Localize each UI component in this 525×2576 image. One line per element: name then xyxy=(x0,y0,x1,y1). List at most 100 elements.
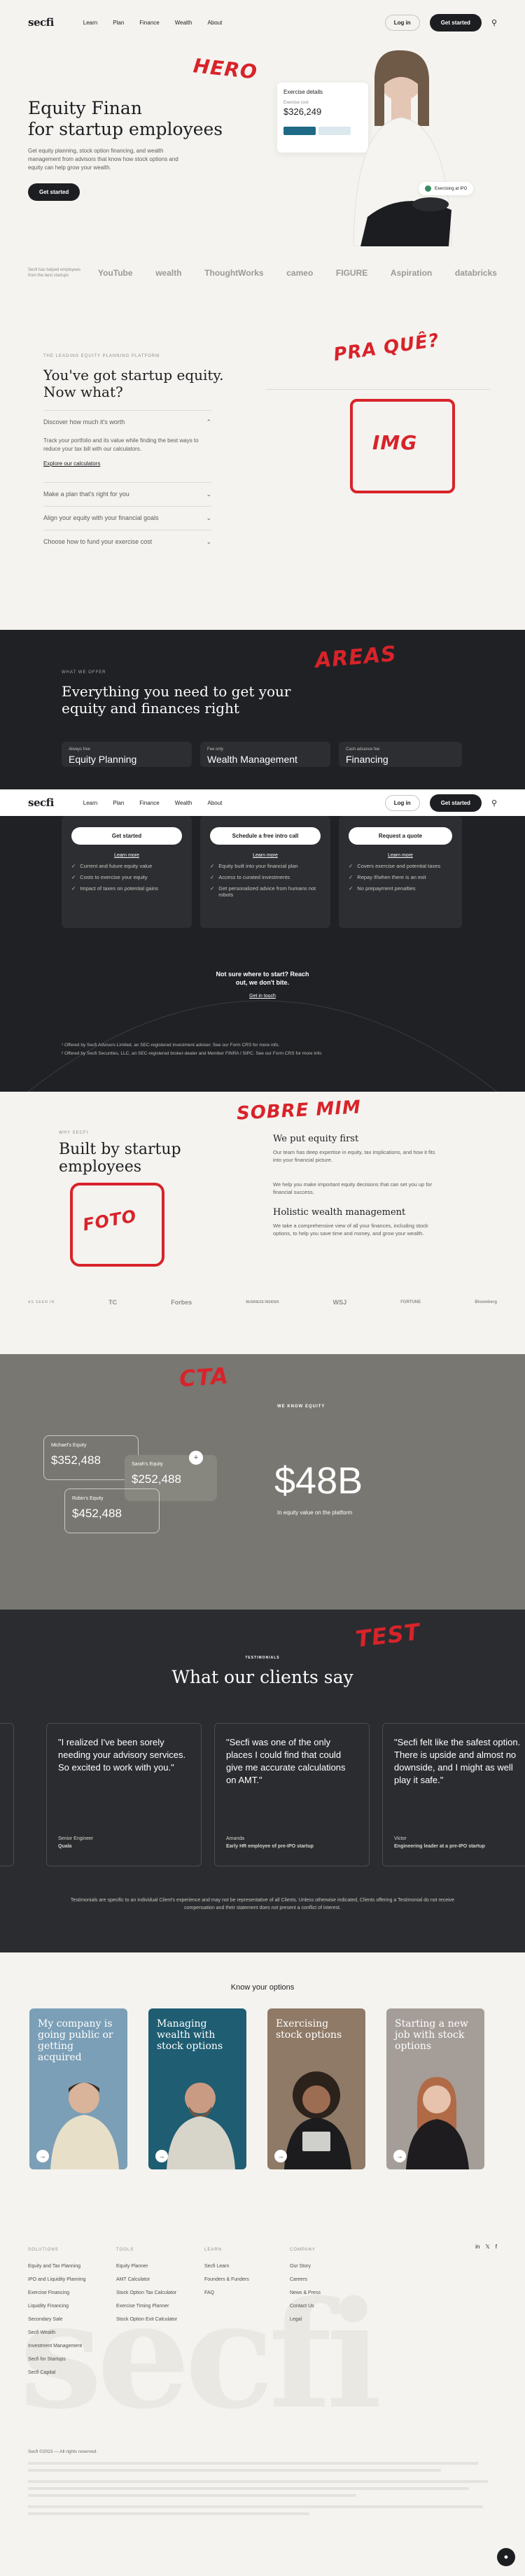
brand-logo: FIGURE xyxy=(335,268,368,278)
nav-link-learn[interactable]: Learn xyxy=(83,20,97,26)
option-tile-new-job[interactable]: Starting a new job with stock options → xyxy=(386,2008,484,2169)
feature-row: ✓ Access to curated investments xyxy=(210,874,321,880)
footer-link[interactable]: Equity Planner xyxy=(116,2260,177,2273)
twitter-icon[interactable]: 𝕏 xyxy=(485,2244,489,2250)
footer-link[interactable]: Founders & Funders xyxy=(204,2273,249,2286)
offer-card-button[interactable]: Schedule a free intro call xyxy=(210,827,321,845)
calculators-link[interactable]: Explore our calculators xyxy=(43,460,211,467)
footer-link[interactable]: Careers xyxy=(290,2273,321,2286)
footer-link[interactable]: Secfi for Startups xyxy=(28,2353,86,2366)
feature-label: Covers exercise and potential taxes xyxy=(357,863,441,869)
nav-link-wealth[interactable]: Wealth xyxy=(175,20,192,26)
footer-link[interactable]: Stock Option Exit Calculator xyxy=(116,2313,177,2326)
nav-link-learn[interactable]: Learn xyxy=(83,800,97,806)
hero-get-started-button[interactable]: Get started xyxy=(28,183,80,201)
chat-icon[interactable]: ● xyxy=(497,2548,515,2566)
accordion-body: Track your portfolio and its value while… xyxy=(43,437,199,452)
learn-more-link[interactable]: Learn more xyxy=(210,853,321,858)
fineprint-1: ¹ Offered by Secfi Advisors Limited, an … xyxy=(62,1043,280,1048)
footer-link[interactable]: Exercise Timing Planner xyxy=(116,2300,177,2313)
arrow-right-icon[interactable]: → xyxy=(155,2150,168,2162)
arrow-right-icon[interactable]: → xyxy=(274,2150,287,2162)
plus-icon[interactable]: + xyxy=(189,1451,203,1465)
footer-link[interactable]: Stock Option Tax Calculator xyxy=(116,2286,177,2300)
footer-col-tools: TOOLS Equity Planner AMT Calculator Stoc… xyxy=(116,2244,177,2326)
chevron-down-icon: ⌄ xyxy=(206,538,211,545)
testimonial-author: Amanda Early HR employee of pre-IPO start… xyxy=(226,1835,314,1850)
get-started-button[interactable]: Get started xyxy=(429,13,482,31)
search-icon[interactable]: ⚲ xyxy=(491,798,497,808)
option-tile-wealth[interactable]: Managing wealth with stock options → xyxy=(148,2008,246,2169)
equity-card-value: $252,488 xyxy=(132,1472,181,1486)
logo[interactable]: secfi xyxy=(28,16,54,29)
option-tile-label: Exercising stock options xyxy=(276,2018,342,2041)
accordion-item[interactable]: Align your equity with your financial go… xyxy=(43,506,211,530)
footer-link[interactable]: Secondary Sale xyxy=(28,2313,86,2326)
footer-col-solutions: SOLUTIONS Equity and Tax Planning IPO an… xyxy=(28,2244,86,2379)
testimonials-disclaimer: Testimonials are specific to an individu… xyxy=(70,1898,455,1910)
login-button[interactable]: Log in xyxy=(384,14,420,31)
toggle-active[interactable] xyxy=(284,127,316,135)
footer-link[interactable]: News & Press xyxy=(290,2286,321,2300)
option-tile-ipo[interactable]: My company is going public or getting ac… xyxy=(29,2008,127,2169)
footer-link[interactable]: Equity and Tax Planning xyxy=(28,2260,86,2273)
top-nav: secfi Learn Plan Finance Wealth About Lo… xyxy=(0,0,525,45)
login-button[interactable]: Log in xyxy=(384,794,420,811)
option-tile-label: My company is going public or getting ac… xyxy=(38,2018,113,2063)
facebook-icon[interactable]: f xyxy=(496,2244,497,2250)
nav-link-wealth[interactable]: Wealth xyxy=(175,800,192,806)
logo[interactable]: secfi xyxy=(28,796,54,809)
equity-section: THE LEADING EQUITY PLANNING PLATFORM You… xyxy=(0,305,525,630)
footer-link[interactable]: Secfi Wealth xyxy=(28,2326,86,2339)
press-logo: Forbes xyxy=(171,1299,192,1306)
footer-link[interactable]: IPO and Liquidity Planning xyxy=(28,2273,86,2286)
footer-link[interactable]: Investment Management xyxy=(28,2339,86,2353)
footer-link[interactable]: AMT Calculator xyxy=(116,2273,177,2286)
testimonial-role: Engineering leader at a pre-IPO startup xyxy=(394,1844,485,1849)
nav-link-plan[interactable]: Plan xyxy=(113,800,124,806)
footer-link[interactable]: Secfi Learn xyxy=(204,2260,249,2273)
footer-link[interactable]: Legal xyxy=(290,2313,321,2326)
nav-link-finance[interactable]: Finance xyxy=(139,800,159,806)
arrow-right-icon[interactable]: → xyxy=(393,2150,406,2162)
fineprint-2: ² Offered by Secfi Securities, LLC, an S… xyxy=(62,1051,323,1056)
annotation-about: SOBRE MIM xyxy=(236,1097,362,1125)
equity-card-robin: Robin's Equity $452,488 xyxy=(64,1488,160,1533)
learn-more-link[interactable]: Learn more xyxy=(349,853,452,858)
offer-card-button[interactable]: Request a quote xyxy=(349,827,452,845)
testimonial-author: Victor Engineering leader at a pre-IPO st… xyxy=(394,1835,485,1850)
nav-link-about[interactable]: About xyxy=(208,20,223,26)
arrow-right-icon[interactable]: → xyxy=(36,2150,49,2162)
equity-card-label: Robin's Equity xyxy=(72,1496,104,1501)
chevron-down-icon: ⌄ xyxy=(206,491,211,498)
footer-link[interactable]: Secfi Capital xyxy=(28,2366,86,2379)
accordion-item[interactable]: Choose how to fund your exercise cost ⌄ xyxy=(43,530,211,554)
learn-more-link[interactable]: Learn more xyxy=(71,853,182,858)
nav-link-about[interactable]: About xyxy=(208,800,223,806)
footer-link[interactable]: Our Story xyxy=(290,2260,321,2273)
search-icon[interactable]: ⚲ xyxy=(491,18,497,27)
footer-link[interactable]: Exercise Financing xyxy=(28,2286,86,2300)
feature-label: Equity built into your financial plan xyxy=(218,863,298,869)
feature-label: Costs to exercise your equity xyxy=(80,874,148,880)
get-started-button[interactable]: Get started xyxy=(429,794,482,812)
about-paragraph-2: We help you make important equity decisi… xyxy=(273,1181,433,1195)
linkedin-icon[interactable]: in xyxy=(475,2244,479,2250)
offer-card-tag: Always free xyxy=(69,747,91,752)
nav-link-plan[interactable]: Plan xyxy=(113,20,124,26)
footer-link[interactable]: Liquidity Financing xyxy=(28,2300,86,2313)
get-in-touch-link[interactable]: Get in touch xyxy=(210,994,315,999)
nav-link-finance[interactable]: Finance xyxy=(139,20,159,26)
offer-card-button[interactable]: Get started xyxy=(71,827,182,845)
footer-link[interactable]: FAQ xyxy=(204,2286,249,2300)
testimonials-title: What our clients say xyxy=(172,1667,354,1687)
option-tile-exercise[interactable]: Exercising stock options → xyxy=(267,2008,365,2169)
offer-title: Everything you need to get your equity a… xyxy=(62,683,291,717)
accordion-item[interactable]: Make a plan that's right for you ⌄ xyxy=(43,482,211,506)
press-label: AS SEEN IN xyxy=(28,1300,55,1304)
accordion-item-open[interactable]: Discover how much it's worth ⌃ xyxy=(43,410,211,434)
feature-row: ✓ Covers exercise and potential taxes xyxy=(349,863,452,869)
offer-card-tag: Fee only xyxy=(207,747,224,752)
footer-link[interactable]: Contact Us xyxy=(290,2300,321,2313)
cta-eyebrow: WE KNOW EQUITY xyxy=(277,1405,326,1409)
